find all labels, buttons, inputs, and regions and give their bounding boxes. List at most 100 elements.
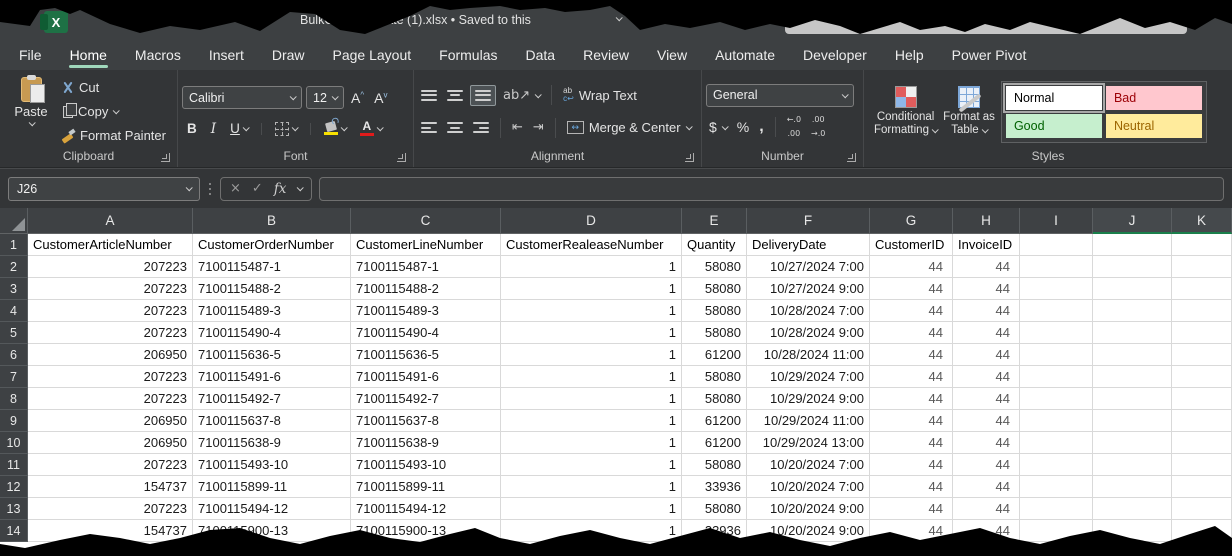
row-header-2[interactable]: 2 bbox=[0, 256, 28, 278]
select-all-corner[interactable] bbox=[0, 208, 28, 234]
font-color-chevron-icon[interactable] bbox=[377, 124, 384, 131]
row-header-10[interactable]: 10 bbox=[0, 432, 28, 454]
paste-button[interactable]: Paste bbox=[4, 75, 58, 148]
enter-icon[interactable]: ✓ bbox=[252, 181, 263, 196]
cell-J1[interactable] bbox=[1093, 234, 1172, 256]
tab-review[interactable]: Review bbox=[582, 40, 630, 70]
cell-C5[interactable]: 7100115490-4 bbox=[351, 322, 501, 344]
cell-A14[interactable]: 154737 bbox=[28, 520, 193, 542]
borders-button[interactable] bbox=[270, 122, 302, 136]
cell-C2[interactable]: 7100115487-1 bbox=[351, 256, 501, 278]
cell-D8[interactable]: 1 bbox=[501, 388, 682, 410]
cell-I13[interactable] bbox=[1020, 498, 1093, 520]
cell-F8[interactable]: 10/29/2024 9:00 bbox=[747, 388, 870, 410]
cell-I2[interactable] bbox=[1020, 256, 1093, 278]
cell-F11[interactable]: 10/20/2024 7:00 bbox=[747, 454, 870, 476]
cell-E6[interactable]: 61200 bbox=[682, 344, 747, 366]
tab-macros[interactable]: Macros bbox=[134, 40, 182, 70]
cell-G12[interactable]: 44 bbox=[870, 476, 953, 498]
cell-C14[interactable]: 7100115900-13 bbox=[351, 520, 501, 542]
cell-A3[interactable]: 207223 bbox=[28, 278, 193, 300]
borders-chevron-icon[interactable] bbox=[292, 124, 299, 131]
cell-B11[interactable]: 7100115493-10 bbox=[193, 454, 351, 476]
cell-C3[interactable]: 7100115488-2 bbox=[351, 278, 501, 300]
cell-I8[interactable] bbox=[1020, 388, 1093, 410]
cell-E5[interactable]: 58080 bbox=[682, 322, 747, 344]
cell-F6[interactable]: 10/28/2024 11:00 bbox=[747, 344, 870, 366]
cell-D7[interactable]: 1 bbox=[501, 366, 682, 388]
cell-E2[interactable]: 58080 bbox=[682, 256, 747, 278]
cell-A5[interactable]: 207223 bbox=[28, 322, 193, 344]
cell-B13[interactable]: 7100115494-12 bbox=[193, 498, 351, 520]
cell-I6[interactable] bbox=[1020, 344, 1093, 366]
top-align-button[interactable] bbox=[418, 83, 440, 107]
cell-B6[interactable]: 7100115636-5 bbox=[193, 344, 351, 366]
cut-button[interactable]: Cut bbox=[58, 76, 169, 100]
clipboard-dialog-launcher-icon[interactable] bbox=[161, 153, 170, 162]
cell-H7[interactable]: 44 bbox=[953, 366, 1020, 388]
tab-draw[interactable]: Draw bbox=[271, 40, 306, 70]
cell-G5[interactable]: 44 bbox=[870, 322, 953, 344]
currency-format-button[interactable]: $ bbox=[706, 115, 730, 139]
title-chevron-down-icon[interactable] bbox=[616, 14, 623, 21]
cell-K4[interactable] bbox=[1172, 300, 1232, 322]
cell-A7[interactable]: 207223 bbox=[28, 366, 193, 388]
cell-B2[interactable]: 7100115487-1 bbox=[193, 256, 351, 278]
cell-H10[interactable]: 44 bbox=[953, 432, 1020, 454]
cell-D12[interactable]: 1 bbox=[501, 476, 682, 498]
fill-color-chevron-icon[interactable] bbox=[341, 124, 348, 131]
cell-K14[interactable] bbox=[1172, 520, 1232, 542]
row-header-13[interactable]: 13 bbox=[0, 498, 28, 520]
decrease-indent-button[interactable]: ⇤ bbox=[509, 116, 526, 140]
cell-B14[interactable]: 7100115900-13 bbox=[193, 520, 351, 542]
row-header-9[interactable]: 9 bbox=[0, 410, 28, 432]
column-header-I[interactable]: I bbox=[1020, 208, 1093, 234]
cell-J5[interactable] bbox=[1093, 322, 1172, 344]
cell-J6[interactable] bbox=[1093, 344, 1172, 366]
cell-K5[interactable] bbox=[1172, 322, 1232, 344]
row-header-5[interactable]: 5 bbox=[0, 322, 28, 344]
format-painter-button[interactable]: Format Painter bbox=[58, 124, 169, 148]
cell-A4[interactable]: 207223 bbox=[28, 300, 193, 322]
cell-D5[interactable]: 1 bbox=[501, 322, 682, 344]
font-name-select[interactable]: Calibri bbox=[182, 86, 302, 109]
cell-H12[interactable]: 44 bbox=[953, 476, 1020, 498]
orientation-chevron-icon[interactable] bbox=[535, 91, 542, 98]
cell-J9[interactable] bbox=[1093, 410, 1172, 432]
cell-K9[interactable] bbox=[1172, 410, 1232, 432]
tab-developer[interactable]: Developer bbox=[802, 40, 868, 70]
cell-F5[interactable]: 10/28/2024 9:00 bbox=[747, 322, 870, 344]
insert-function-icon[interactable]: fx bbox=[274, 181, 287, 197]
percent-format-button[interactable]: % bbox=[734, 115, 752, 139]
row-header-1[interactable]: 1 bbox=[0, 234, 28, 256]
cell-K2[interactable] bbox=[1172, 256, 1232, 278]
cell-E8[interactable]: 58080 bbox=[682, 388, 747, 410]
cell-C4[interactable]: 7100115489-3 bbox=[351, 300, 501, 322]
cell-D14[interactable]: 1 bbox=[501, 520, 682, 542]
cell-D3[interactable]: 1 bbox=[501, 278, 682, 300]
wrap-text-button[interactable]: abc↩Wrap Text bbox=[560, 83, 640, 107]
cell-A2[interactable]: 207223 bbox=[28, 256, 193, 278]
cell-J3[interactable] bbox=[1093, 278, 1172, 300]
cell-H14[interactable]: 44 bbox=[953, 520, 1020, 542]
cell-I7[interactable] bbox=[1020, 366, 1093, 388]
cell-F7[interactable]: 10/29/2024 7:00 bbox=[747, 366, 870, 388]
cell-H11[interactable]: 44 bbox=[953, 454, 1020, 476]
cell-D9[interactable]: 1 bbox=[501, 410, 682, 432]
cell-G14[interactable]: 44 bbox=[870, 520, 953, 542]
comma-format-button[interactable]: , bbox=[756, 115, 766, 139]
fill-color-button[interactable] bbox=[319, 122, 351, 135]
cell-K12[interactable] bbox=[1172, 476, 1232, 498]
cell-C6[interactable]: 7100115636-5 bbox=[351, 344, 501, 366]
cell-F2[interactable]: 10/27/2024 7:00 bbox=[747, 256, 870, 278]
cell-A1[interactable]: CustomerArticleNumber bbox=[28, 234, 193, 256]
column-header-E[interactable]: E bbox=[682, 208, 747, 234]
conditional-formatting-button[interactable]: ConditionalFormatting bbox=[874, 86, 937, 137]
currency-chevron-icon[interactable] bbox=[721, 123, 728, 130]
cell-K3[interactable] bbox=[1172, 278, 1232, 300]
alignment-dialog-launcher-icon[interactable] bbox=[685, 153, 694, 162]
cell-C12[interactable]: 7100115899-11 bbox=[351, 476, 501, 498]
orientation-button[interactable]: ab↗ bbox=[500, 83, 543, 107]
cell-E10[interactable]: 61200 bbox=[682, 432, 747, 454]
increase-indent-button[interactable]: ⇥ bbox=[530, 116, 547, 140]
